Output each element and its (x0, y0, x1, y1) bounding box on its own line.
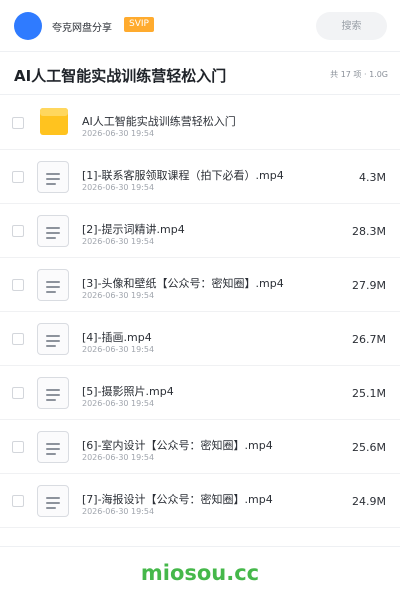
list-item-file[interactable]: [2]-提示词精讲.mp4 2026-06-30 19:54 28.3M (0, 204, 400, 258)
checkbox[interactable] (12, 495, 24, 507)
file-date: 2026-06-30 19:54 (82, 507, 155, 516)
video-file-icon (37, 161, 69, 193)
svip-badge: SVIP (124, 17, 154, 32)
file-size: 27.9M (352, 279, 386, 292)
list-item-file[interactable]: [1]-联系客服领取课程（拍下必看）.mp4 2026-06-30 19:54 … (0, 150, 400, 204)
file-name[interactable]: [6]-室内设计【公众号：密知圈】.mp4 (82, 437, 273, 453)
checkbox[interactable] (12, 117, 24, 129)
file-size: 24.9M (352, 495, 386, 508)
video-file-icon (37, 215, 69, 247)
list-item-file[interactable]: [4]-插画.mp4 2026-06-30 19:54 26.7M (0, 312, 400, 366)
page-title: AI人工智能实战训练营轻松入门 (14, 67, 227, 85)
watermark: miosou.cc (140, 561, 260, 585)
header: 夸克网盘分享 SVIP (0, 0, 400, 52)
folder-icon (40, 108, 68, 135)
file-date: 2026-06-30 19:54 (82, 399, 155, 408)
file-date: 2026-06-30 19:54 (82, 129, 155, 138)
checkbox[interactable] (12, 171, 24, 183)
file-size: 4.3M (359, 171, 386, 184)
file-date: 2026-06-30 19:54 (82, 183, 155, 192)
avatar[interactable] (14, 12, 42, 40)
checkbox[interactable] (12, 441, 24, 453)
video-file-icon (37, 269, 69, 301)
file-size: 25.1M (352, 387, 386, 400)
checkbox[interactable] (12, 387, 24, 399)
file-name[interactable]: [3]-头像和壁纸【公众号：密知圈】.mp4 (82, 275, 284, 291)
list-item-file[interactable]: [5]-摄影照片.mp4 2026-06-30 19:54 25.1M (0, 366, 400, 420)
file-name[interactable]: [7]-海报设计【公众号：密知圈】.mp4 (82, 491, 273, 507)
file-name[interactable]: [5]-摄影照片.mp4 (82, 383, 174, 399)
checkbox[interactable] (12, 279, 24, 291)
video-file-icon (37, 485, 69, 517)
search-input[interactable] (316, 12, 387, 40)
footer: miosou.cc (0, 546, 400, 600)
file-date: 2026-06-30 19:54 (82, 291, 155, 300)
file-date: 2026-06-30 19:54 (82, 453, 155, 462)
list-item-file[interactable]: [6]-室内设计【公众号：密知圈】.mp4 2026-06-30 19:54 2… (0, 420, 400, 474)
brand-name: 夸克网盘分享 (52, 23, 112, 34)
video-file-icon (37, 377, 69, 409)
file-name[interactable]: [4]-插画.mp4 (82, 329, 152, 345)
file-size: 25.6M (352, 441, 386, 454)
video-file-icon (37, 323, 69, 355)
list-item-file[interactable]: [3]-头像和壁纸【公众号：密知圈】.mp4 2026-06-30 19:54 … (0, 258, 400, 312)
list-item-file[interactable]: [7]-海报设计【公众号：密知圈】.mp4 2026-06-30 19:54 2… (0, 474, 400, 528)
list-item-folder[interactable]: AI人工智能实战训练营轻松入门 2026-06-30 19:54 (0, 96, 400, 150)
video-file-icon (37, 431, 69, 463)
file-name[interactable]: AI人工智能实战训练营轻松入门 (82, 113, 236, 129)
checkbox[interactable] (12, 225, 24, 237)
file-date: 2026-06-30 19:54 (82, 237, 155, 246)
checkbox[interactable] (12, 333, 24, 345)
file-name[interactable]: [1]-联系客服领取课程（拍下必看）.mp4 (82, 167, 284, 183)
file-date: 2026-06-30 19:54 (82, 345, 155, 354)
title-bar: AI人工智能实战训练营轻松入门 共 17 项 · 1.0G (0, 53, 400, 95)
file-name[interactable]: [2]-提示词精讲.mp4 (82, 221, 185, 237)
file-size: 26.7M (352, 333, 386, 346)
file-summary: 共 17 项 · 1.0G (330, 70, 388, 79)
file-size: 28.3M (352, 225, 386, 238)
